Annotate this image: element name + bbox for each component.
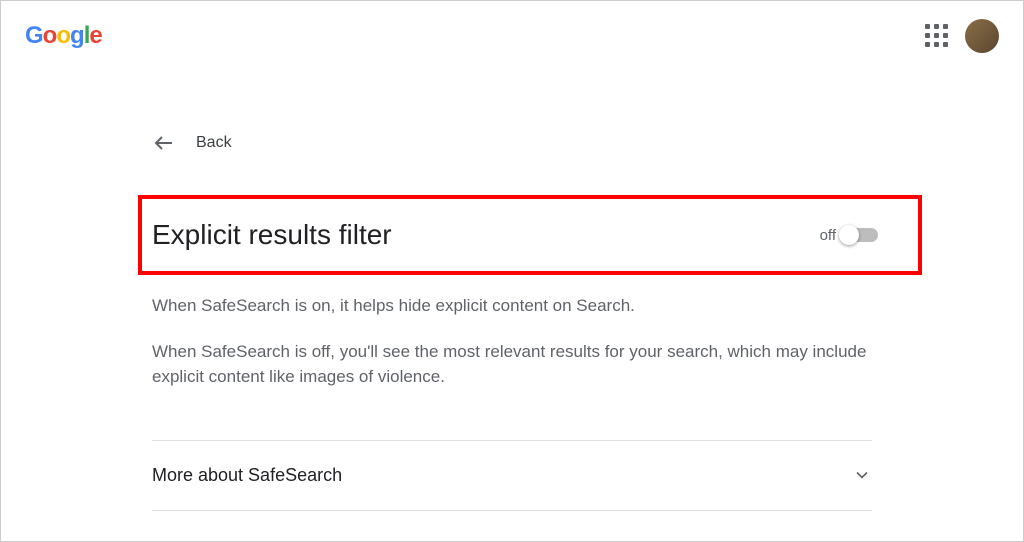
logo-letter: e [89,22,101,49]
divider [152,510,872,511]
apps-grid-icon[interactable] [925,24,949,48]
toggle-knob [839,225,859,245]
description-on: When SafeSearch is on, it helps hide exp… [152,293,872,319]
header-right [925,19,999,53]
header: Google [1,1,1023,71]
arrow-left-icon [152,131,176,155]
google-logo[interactable]: Google [25,22,102,50]
logo-letter: o [56,22,70,49]
toggle-wrap: off [820,227,908,244]
chevron-down-icon [852,465,872,485]
highlight-annotation: Explicit results filter off [138,195,922,275]
logo-letter: G [25,22,43,49]
logo-letter: o [43,22,57,49]
safesearch-toggle[interactable] [842,228,878,242]
filter-title: Explicit results filter [152,219,392,251]
description-off: When SafeSearch is off, you'll see the m… [152,339,872,390]
more-about-safesearch[interactable]: More about SafeSearch [152,441,872,510]
logo-letter: g [70,22,84,49]
back-label: Back [196,134,232,152]
more-label: More about SafeSearch [152,465,342,486]
avatar[interactable] [965,19,999,53]
filter-row: Explicit results filter off [152,219,908,251]
toggle-state-label: off [820,227,836,244]
main-content: Back Explicit results filter off When Sa… [132,131,892,511]
back-button[interactable]: Back [152,131,872,155]
